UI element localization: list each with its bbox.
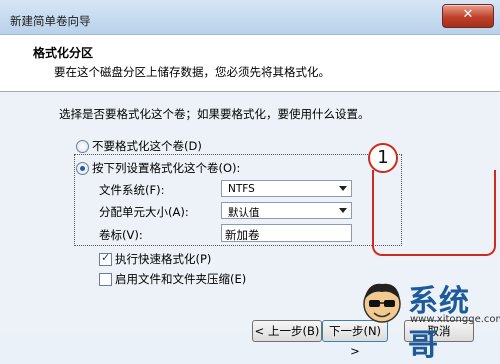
instruction-text: 选择是否要格式化这个卷；如果要格式化，要使用什么设置。 bbox=[59, 107, 370, 121]
chevron-down-icon bbox=[339, 208, 347, 213]
page-title: 格式化分区 bbox=[33, 46, 94, 60]
format-radio[interactable] bbox=[76, 162, 89, 175]
quick-format-label[interactable]: 执行快速格式化(P) bbox=[115, 251, 211, 267]
close-icon: ✕ bbox=[462, 7, 474, 22]
format-label[interactable]: 按下列设置格式化这个卷(O): bbox=[92, 160, 240, 176]
close-button[interactable]: ✕ bbox=[442, 4, 494, 28]
quick-format-checkbox[interactable] bbox=[99, 251, 112, 266]
volume-label-input[interactable]: 新加卷 bbox=[221, 224, 352, 242]
title-bar: 新建简单卷向导 ✕ bbox=[0, 0, 500, 35]
no-format-label[interactable]: 不要格式化这个卷(D) bbox=[92, 138, 202, 154]
mascot-icon bbox=[363, 283, 401, 323]
filesystem-label: 文件系统(F): bbox=[99, 183, 165, 197]
watermark-url: www.xitongge.com bbox=[410, 314, 500, 325]
volume-label-label: 卷标(V): bbox=[99, 228, 143, 242]
allocation-select[interactable]: 默认值 bbox=[221, 202, 352, 219]
watermark-logo: 系统哥 www.xitongge.com bbox=[358, 276, 500, 363]
compression-label[interactable]: 启用文件和文件夹压缩(E) bbox=[115, 271, 246, 287]
wizard-header: 格式化分区 要在这个磁盘分区上储存数据，您必须先将其格式化。 bbox=[0, 35, 500, 92]
page-subtitle: 要在这个磁盘分区上储存数据，您必须先将其格式化。 bbox=[54, 65, 330, 79]
filesystem-select[interactable]: NTFS bbox=[221, 180, 352, 197]
chevron-down-icon bbox=[339, 186, 347, 191]
back-button[interactable]: < 上一步(B) bbox=[252, 320, 322, 342]
filesystem-value: NTFS bbox=[228, 183, 255, 195]
allocation-label: 分配单元大小(A): bbox=[99, 205, 189, 219]
window-title: 新建简单卷向导 bbox=[10, 14, 91, 28]
annotation-outline bbox=[372, 170, 496, 256]
compression-checkbox[interactable] bbox=[99, 273, 112, 286]
annotation-badge: 1 bbox=[368, 143, 398, 173]
allocation-value: 默认值 bbox=[228, 207, 260, 219]
no-format-radio[interactable] bbox=[76, 140, 89, 153]
